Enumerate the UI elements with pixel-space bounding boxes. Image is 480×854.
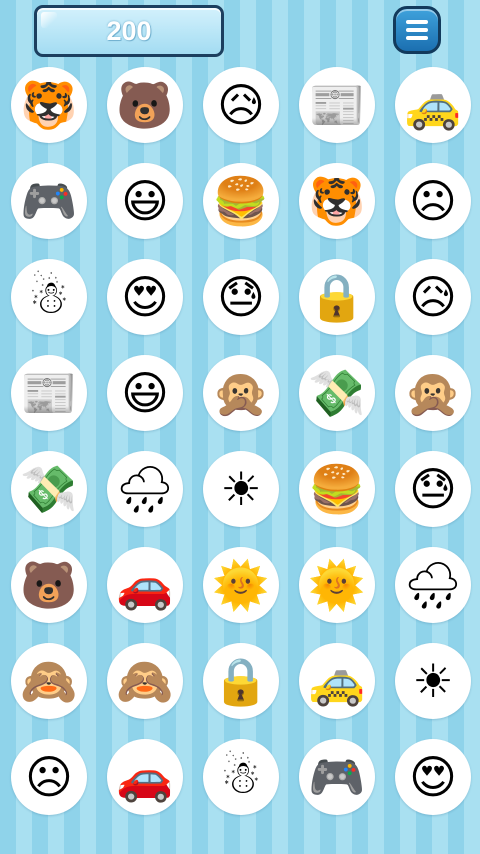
heart-eyes-face-icon: 😍 (409, 750, 457, 804)
emoji-tile[interactable]: 🎮 (11, 163, 87, 239)
emoji-tile[interactable]: 🔒 (203, 643, 279, 719)
see-no-evil-monkey-icon: 🙈 (116, 654, 174, 708)
emoji-tile[interactable]: 🚗 (107, 547, 183, 623)
emoji-tile[interactable]: ☃ (203, 739, 279, 815)
emoji-tile[interactable]: 🚗 (107, 739, 183, 815)
downcast-sweat-face-icon: 😓 (217, 270, 265, 324)
sun-icon: ☀ (412, 654, 454, 708)
emoji-tile[interactable]: 🍔 (299, 451, 375, 527)
emoji-tile[interactable]: 🙈 (107, 643, 183, 719)
emoji-tile[interactable]: 🙈 (11, 643, 87, 719)
emoji-tile[interactable]: 📰 (11, 355, 87, 431)
emoji-tile[interactable]: 😍 (395, 739, 471, 815)
speak-no-evil-monkey-icon: 🙊 (212, 366, 270, 420)
emoji-tile[interactable]: ☹ (11, 739, 87, 815)
see-no-evil-monkey-icon: 🙈 (20, 654, 78, 708)
rain-cloud-icon: 🌧 (115, 462, 175, 516)
emoji-tile[interactable]: 🐻 (11, 547, 87, 623)
sad-relieved-face-icon: 😥 (409, 270, 457, 324)
emoji-tile[interactable]: 😥 (203, 67, 279, 143)
grinning-face-icon: 😃 (121, 174, 169, 228)
emoji-tile[interactable]: 😃 (107, 163, 183, 239)
red-car-icon: 🚗 (116, 558, 174, 612)
newspaper-icon: 📰 (308, 78, 366, 132)
snowman-icon: ☃ (28, 270, 70, 324)
emoji-tile[interactable]: 🚕 (299, 643, 375, 719)
bear-face-icon: 🐻 (116, 78, 174, 132)
game-controller-icon: 🎮 (20, 174, 78, 228)
frowning-face-icon: ☹ (25, 750, 73, 804)
game-controller-icon: 🎮 (308, 750, 366, 804)
money-with-wings-icon: 💸 (20, 462, 78, 516)
emoji-tile[interactable]: ☀ (395, 643, 471, 719)
emoji-tile[interactable]: 🌧 (395, 547, 471, 623)
emoji-grid: 🐯 🐻 😥 📰 🚕 🎮 😃 🍔 🐯 ☹ ☃ 😍 😓 🔒 😥 📰 😃 🙊 💸 🙊 💸 🌧 ☀ 🍔 😓 🐻 🚗 🌞 🌞 🌧 🙈 🙈 🔒 🚕 ☀ ☹ 🚗 ☃ 🎮 😍 (0, 0, 480, 854)
taxi-icon: 🚕 (308, 654, 366, 708)
taxi-icon: 🚕 (404, 78, 462, 132)
hamburger-icon: 🍔 (308, 462, 366, 516)
emoji-tile[interactable]: 🌞 (203, 547, 279, 623)
padlock-icon: 🔒 (212, 654, 270, 708)
emoji-tile[interactable]: 🐯 (11, 67, 87, 143)
sun-icon: ☀ (220, 462, 262, 516)
emoji-tile[interactable]: 🐻 (107, 67, 183, 143)
emoji-tile[interactable]: 😥 (395, 259, 471, 335)
emoji-tile[interactable]: 📰 (299, 67, 375, 143)
emoji-tile[interactable]: 🌞 (299, 547, 375, 623)
emoji-tile[interactable]: 🌧 (107, 451, 183, 527)
emoji-tile[interactable]: 🍔 (203, 163, 279, 239)
heart-eyes-face-icon: 😍 (121, 270, 169, 324)
emoji-tile[interactable]: 🎮 (299, 739, 375, 815)
emoji-tile[interactable]: 😓 (395, 451, 471, 527)
snowman-icon: ☃ (220, 750, 262, 804)
hamburger-icon: 🍔 (212, 174, 270, 228)
emoji-tile[interactable]: ☃ (11, 259, 87, 335)
emoji-tile[interactable]: 🐯 (299, 163, 375, 239)
tiger-face-icon: 🐯 (20, 78, 78, 132)
sun-with-face-icon: 🌞 (308, 558, 366, 612)
downcast-sweat-face-icon: 😓 (409, 462, 457, 516)
emoji-tile[interactable]: 💸 (299, 355, 375, 431)
emoji-tile[interactable]: 😓 (203, 259, 279, 335)
grinning-face-icon: 😃 (121, 366, 169, 420)
bear-face-icon: 🐻 (20, 558, 78, 612)
sad-relieved-face-icon: 😥 (217, 78, 265, 132)
money-with-wings-icon: 💸 (308, 366, 366, 420)
emoji-tile[interactable]: 🚕 (395, 67, 471, 143)
emoji-tile[interactable]: 🙊 (203, 355, 279, 431)
emoji-tile[interactable]: ☀ (203, 451, 279, 527)
rain-cloud-icon: 🌧 (403, 558, 463, 612)
emoji-tile[interactable]: ☹ (395, 163, 471, 239)
emoji-tile[interactable]: 💸 (11, 451, 87, 527)
emoji-tile[interactable]: 🙊 (395, 355, 471, 431)
emoji-tile[interactable]: 🔒 (299, 259, 375, 335)
red-car-icon: 🚗 (116, 750, 174, 804)
emoji-tile[interactable]: 😍 (107, 259, 183, 335)
newspaper-icon: 📰 (20, 366, 78, 420)
padlock-icon: 🔒 (308, 270, 366, 324)
sun-with-face-icon: 🌞 (212, 558, 270, 612)
speak-no-evil-monkey-icon: 🙊 (404, 366, 462, 420)
emoji-tile[interactable]: 😃 (107, 355, 183, 431)
tiger-face-icon: 🐯 (308, 174, 366, 228)
frowning-face-icon: ☹ (409, 174, 457, 228)
